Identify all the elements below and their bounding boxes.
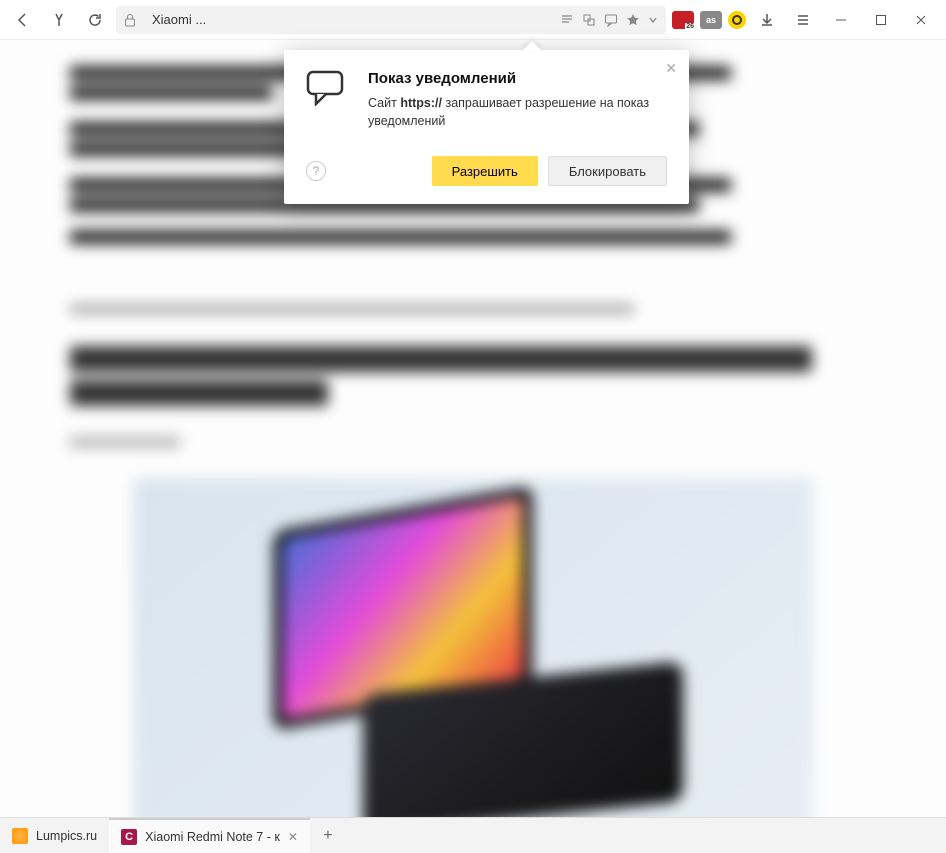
popup-close-button[interactable]: ✕ (665, 60, 677, 77)
tab-label: Lumpics.ru (36, 829, 97, 843)
window-maximize-button[interactable] (864, 5, 898, 35)
reader-mode-icon[interactable] (560, 13, 574, 27)
yandex-home-button[interactable] (44, 5, 74, 35)
favicon-c-icon: C (121, 829, 137, 845)
tab-close-button[interactable]: ✕ (288, 830, 298, 844)
tab-xiaomi[interactable]: C Xiaomi Redmi Note 7 - к ✕ (109, 818, 310, 853)
address-bar[interactable]: Xiaomi ... (116, 6, 666, 34)
lock-icon (124, 13, 136, 27)
address-title: Xiaomi ... (152, 12, 206, 27)
popup-message: Сайт https:// запрашивает разрешение на … (368, 95, 667, 130)
reload-button[interactable] (80, 5, 110, 35)
notification-permission-popup: ✕ Показ уведомлений Сайт https:// запраш… (284, 50, 689, 204)
block-button[interactable]: Блокировать (548, 156, 667, 186)
translate-icon[interactable] (582, 13, 596, 27)
lastfm-extension-icon[interactable]: as (700, 11, 722, 29)
browser-toolbar: Xiaomi ... 26 as (0, 0, 946, 40)
address-bar-icons (560, 13, 658, 27)
popup-title: Показ уведомлений (368, 70, 667, 87)
feedback-icon[interactable] (604, 13, 618, 27)
tab-label: Xiaomi Redmi Note 7 - к (145, 830, 280, 844)
window-minimize-button[interactable] (824, 5, 858, 35)
allow-button[interactable]: Разрешить (432, 156, 538, 186)
bookmark-star-icon[interactable] (626, 13, 640, 27)
window-close-button[interactable] (904, 5, 938, 35)
back-button[interactable] (8, 5, 38, 35)
tab-lumpics[interactable]: Lumpics.ru (0, 818, 109, 853)
menu-button[interactable] (788, 5, 818, 35)
popup-help-button[interactable]: ? (306, 161, 326, 181)
tab-bar: Lumpics.ru C Xiaomi Redmi Note 7 - к ✕ + (0, 817, 946, 853)
downloads-button[interactable] (752, 5, 782, 35)
notification-icon (306, 70, 350, 130)
music-extension-icon[interactable] (728, 11, 746, 29)
adblock-extension-icon[interactable]: 26 (672, 11, 694, 29)
new-tab-button[interactable]: + (310, 818, 346, 853)
dropdown-arrow-icon[interactable] (648, 13, 658, 27)
favicon-lumpics-icon (12, 828, 28, 844)
